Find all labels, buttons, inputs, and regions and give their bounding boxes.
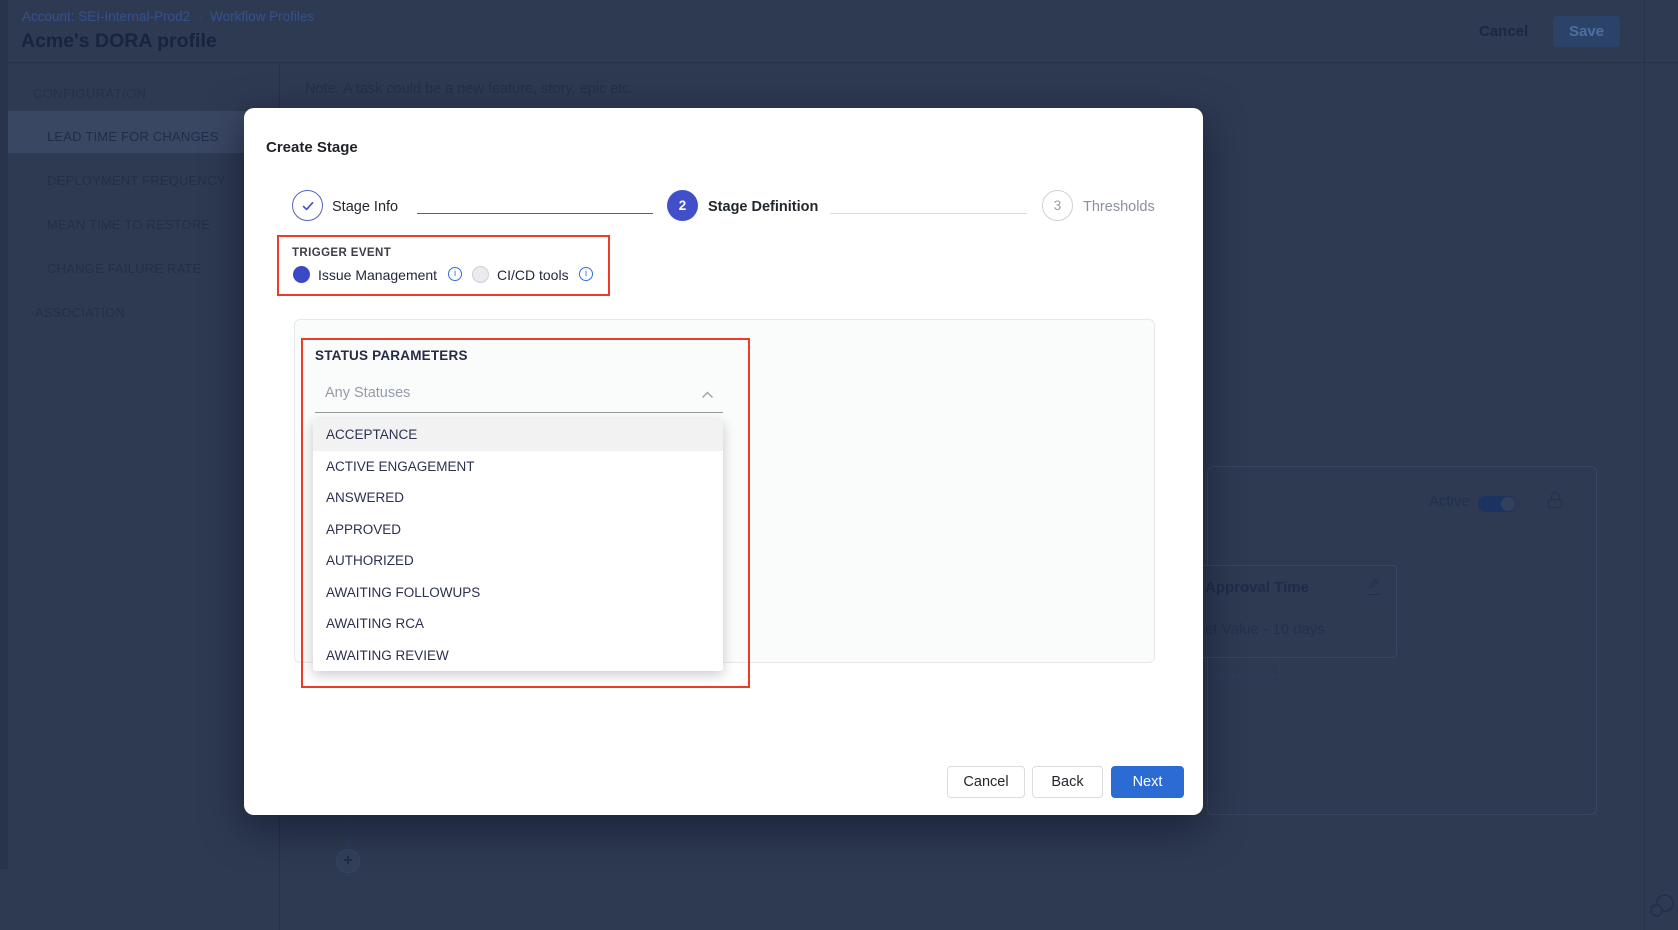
dropdown-option-awaiting-review[interactable]: AWAITING REVIEW [313,640,723,672]
right-rail-divider [1644,0,1645,930]
header-cancel-button[interactable]: Cancel [1479,23,1528,40]
radio-cicd-tools-label[interactable]: CI/CD tools [497,267,569,283]
sidebar-item-change-failure-rate[interactable]: CHANGE FAILURE RATE [47,261,202,276]
active-toggle[interactable] [1478,496,1516,512]
dropdown-option-approved[interactable]: APPROVED [313,514,723,546]
status-parameters-label: STATUS PARAMETERS [315,348,468,363]
connector-dashed-line [348,815,349,849]
dropdown-option-answered[interactable]: ANSWERED [313,482,723,514]
help-chat-icon[interactable] [1648,892,1676,920]
modal-back-button[interactable]: Back [1032,766,1103,798]
header-divider [0,62,1678,63]
dropdown-option-acceptance[interactable]: ACCEPTANCE [313,419,723,451]
sidebar-item-deployment-frequency[interactable]: DEPLOYMENT FREQUENCY [47,173,226,188]
radio-issue-management-label[interactable]: Issue Management [318,267,437,283]
sidebar-item-lead-time-for-changes[interactable]: LEAD TIME FOR CHANGES [47,129,219,144]
page-title: Acme's DORA profile [21,30,217,53]
note-text: Note: A task could be a new feature, sto… [305,81,634,97]
app-window: Account: SEI-Internal-Prod2 › Workflow Pro… [0,0,1678,930]
select-underline [315,412,723,413]
toggle-knob [1501,497,1515,511]
edit-pencil-icon[interactable]: ✎ [1367,579,1380,595]
chevron-up-icon[interactable] [701,391,714,399]
left-edge-strip [0,0,8,869]
step-1-done-circle[interactable] [292,190,323,221]
step-3-label[interactable]: Thresholds [1083,199,1155,215]
step-3-circle[interactable]: 3 [1042,190,1073,221]
dropdown-option-active-engagement[interactable]: ACTIVE ENGAGEMENT [313,451,723,483]
dropdown-option-authorized[interactable]: AUTHORIZED [313,545,723,577]
lock-icon[interactable] [1547,492,1563,508]
approval-time-value: et Value - 10 days [1205,621,1325,638]
statuses-dropdown-list: ACCEPTANCE ACTIVE ENGAGEMENT ANSWERED AP… [313,419,723,671]
active-toggle-label: Active [1429,493,1470,510]
step-1-label[interactable]: Stage Info [332,199,398,215]
create-stage-modal: Create Stage Stage Info 2 Stage Definiti… [244,108,1203,815]
modal-next-button[interactable]: Next [1111,766,1184,798]
dropdown-option-awaiting-followups[interactable]: AWAITING FOLLOWUPS [313,577,723,609]
cicd-tools-info-icon[interactable]: i [579,267,593,281]
radio-cicd-tools[interactable] [472,266,489,283]
sidebar-item-mean-time-to-restore[interactable]: MEAN TIME TO RESTORE [47,217,210,232]
issue-management-info-icon[interactable]: i [448,267,462,281]
breadcrumb-separator-icon: › [198,10,202,24]
breadcrumb-account-link[interactable]: Account: SEI-Internal-Prod2 [22,9,190,24]
add-stage-button[interactable]: + [336,849,360,873]
radio-issue-management[interactable] [293,266,310,283]
step-2-label[interactable]: Stage Definition [708,199,818,215]
trigger-event-label: TRIGGER EVENT [292,247,391,259]
step-connector-1 [417,213,653,214]
header-save-button[interactable]: Save [1553,16,1620,47]
dropdown-option-awaiting-rca[interactable]: AWAITING RCA [313,608,723,640]
sidebar-item-association[interactable]: ASSOCIATION [35,305,125,320]
statuses-select-value[interactable]: Any Statuses [325,385,410,401]
modal-cancel-button[interactable]: Cancel [947,766,1025,798]
breadcrumb-workflow-profiles-link[interactable]: Workflow Profiles [210,9,314,24]
approval-time-title: Approval Time [1205,579,1309,596]
step-2-active-circle[interactable]: 2 [667,190,698,221]
check-icon [300,198,316,214]
modal-title: Create Stage [266,139,358,156]
breadcrumb: Account: SEI-Internal-Prod2 › Workflow Pro… [22,9,314,24]
sidebar-section-configuration: CONFIGURATION [33,86,146,101]
step-connector-2 [830,213,1027,214]
